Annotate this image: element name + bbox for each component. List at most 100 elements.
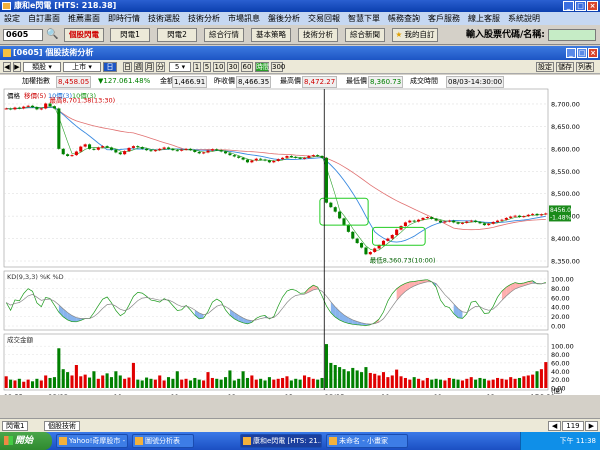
toolbar-button[interactable]: 綜合新聞	[345, 28, 385, 42]
bottom-tab[interactable]: 閃電1	[2, 421, 29, 431]
chart-option-button[interactable]: 列表	[576, 62, 594, 72]
menu-item[interactable]: 推薦畫面	[64, 12, 104, 25]
volume-bar	[346, 371, 350, 388]
favorites-button[interactable]: ★ 我的自訂	[392, 28, 438, 42]
close-icon[interactable]: ×	[587, 1, 598, 11]
volume-bar	[338, 367, 342, 388]
menu-item[interactable]: 智慧下單	[344, 12, 384, 25]
candle-body	[452, 220, 456, 223]
volume-bar	[219, 379, 223, 388]
menu-item[interactable]: 盤後分析	[264, 12, 304, 25]
subwindow-titlebar: [0605] 個股技術分析 _ □ ×	[0, 46, 600, 60]
minimize-icon[interactable]: _	[566, 48, 576, 58]
interval-select[interactable]: 5 ▾	[169, 62, 191, 72]
interval-button[interactable]: 1	[193, 62, 201, 72]
bottom-tab[interactable]: 個股技術	[44, 421, 80, 431]
menu-item[interactable]: 線上客服	[464, 12, 504, 25]
close-icon[interactable]: ×	[588, 48, 598, 58]
taskbar-item[interactable]: 未命名 - 小畫家	[326, 434, 408, 448]
toolbar-button[interactable]: 綜合行情	[204, 28, 244, 42]
menu-item[interactable]: 交易回報	[304, 12, 344, 25]
interval-button[interactable]: 60	[241, 62, 253, 72]
next-page-icon[interactable]: ▶	[584, 421, 598, 431]
prev-stock-icon[interactable]: ◀	[3, 62, 11, 72]
volume-bar	[30, 381, 35, 388]
candle-body	[171, 148, 175, 151]
y-tick-label: 8,650.00	[551, 123, 580, 131]
stock-chart[interactable]: 8,700.00 8,650.00 8,600.00 8,550.00 8,500.00…	[0, 75, 600, 395]
page-number[interactable]: 119	[562, 421, 584, 431]
volume-bar	[289, 380, 293, 388]
interval-button[interactable]: 30	[227, 62, 239, 72]
menu-item[interactable]: 客戶服務	[424, 12, 464, 25]
volume-bar	[443, 380, 447, 388]
maximize-icon[interactable]: □	[575, 1, 586, 11]
stock-type-select[interactable]: 類股 ▾	[23, 62, 61, 72]
menu-item[interactable]: 技術選股	[144, 12, 184, 25]
candle-body	[395, 229, 399, 235]
candle-body	[180, 149, 184, 151]
menu-item[interactable]: 帳務查詢	[384, 12, 424, 25]
taskbar-item[interactable]: 康和e閃電 [HTS: 21...	[240, 434, 322, 448]
quote-input[interactable]	[548, 29, 596, 41]
menu-item[interactable]: 即時行情	[104, 12, 144, 25]
next-stock-icon[interactable]: ▶	[13, 62, 21, 72]
candle-body	[539, 214, 543, 216]
candle-body	[281, 157, 285, 160]
volume-bar	[351, 367, 355, 388]
menu-item[interactable]: 系統說明	[504, 12, 544, 25]
maximize-icon[interactable]: □	[577, 48, 587, 58]
toolbar-button[interactable]: 閃電1	[110, 28, 150, 42]
volume-bar	[153, 379, 157, 388]
toolbar-button[interactable]: 基本策略	[251, 28, 291, 42]
toolbar-button[interactable]: 技術分析	[298, 28, 338, 42]
toolbar-button[interactable]: 閃電2	[157, 28, 197, 42]
taskbar-item[interactable]: 圖號分析表	[132, 434, 194, 448]
taskbar-item[interactable]: Yahoo!奇摩股市 - Wi...	[56, 434, 128, 448]
volume-bar	[513, 378, 517, 388]
candle-body	[202, 152, 206, 154]
x-tick-label: 10	[381, 393, 389, 395]
candle-body	[61, 148, 65, 155]
volume-bar	[92, 371, 96, 388]
menu-item[interactable]: 自訂畫面	[24, 12, 64, 25]
period-button[interactable]: 週	[134, 62, 143, 72]
period-button[interactable]: 日	[123, 62, 132, 72]
volume-bar	[360, 372, 364, 388]
chart-option-button[interactable]: 設定	[536, 62, 554, 72]
volume-bar	[544, 362, 548, 388]
volume-bar	[522, 376, 526, 388]
volume-bar	[324, 344, 328, 388]
toolbar-button[interactable]: 個股閃電	[64, 28, 104, 42]
period-box[interactable]: 日	[103, 62, 117, 72]
search-icon[interactable]: 🔍	[46, 28, 59, 41]
market-select[interactable]: 上市 ▾	[63, 62, 101, 72]
menu-item[interactable]: 技術分析	[184, 12, 224, 25]
menu-item[interactable]: 設定	[0, 12, 24, 25]
start-button[interactable]: 開始	[0, 432, 52, 450]
chart-option-button[interactable]: 儲存	[556, 62, 574, 72]
menu-item[interactable]: 市場訊息	[224, 12, 264, 25]
volume-bar	[456, 379, 460, 388]
candle-body	[52, 106, 56, 109]
volume-bar	[26, 379, 30, 388]
x-tick-label: 13	[285, 393, 293, 395]
interval-button[interactable]: 時間	[255, 62, 270, 72]
candle-body	[140, 147, 144, 149]
volume-bar	[333, 365, 337, 388]
period-button[interactable]: 分	[156, 62, 165, 72]
volume-bar	[474, 379, 478, 388]
interval-button[interactable]: 10	[213, 62, 225, 72]
candle-body	[307, 156, 311, 158]
minimize-icon[interactable]: _	[563, 1, 574, 11]
candle-body	[118, 152, 122, 155]
stock-code-input[interactable]: 0605	[3, 29, 43, 41]
prev-page-icon[interactable]: ◀	[547, 421, 562, 431]
candle-body	[30, 105, 35, 108]
candle-body	[175, 150, 179, 152]
interval-button[interactable]: 5	[203, 62, 211, 72]
interval-button[interactable]: 300	[271, 62, 285, 72]
period-button[interactable]: 月	[145, 62, 154, 72]
volume-bar	[215, 378, 219, 388]
menu-bar: 設定 自訂畫面 推薦畫面 即時行情 技術選股 技術分析 市場訊息 盤後分析 交易回報 智慧下單 帳務…	[0, 12, 600, 25]
